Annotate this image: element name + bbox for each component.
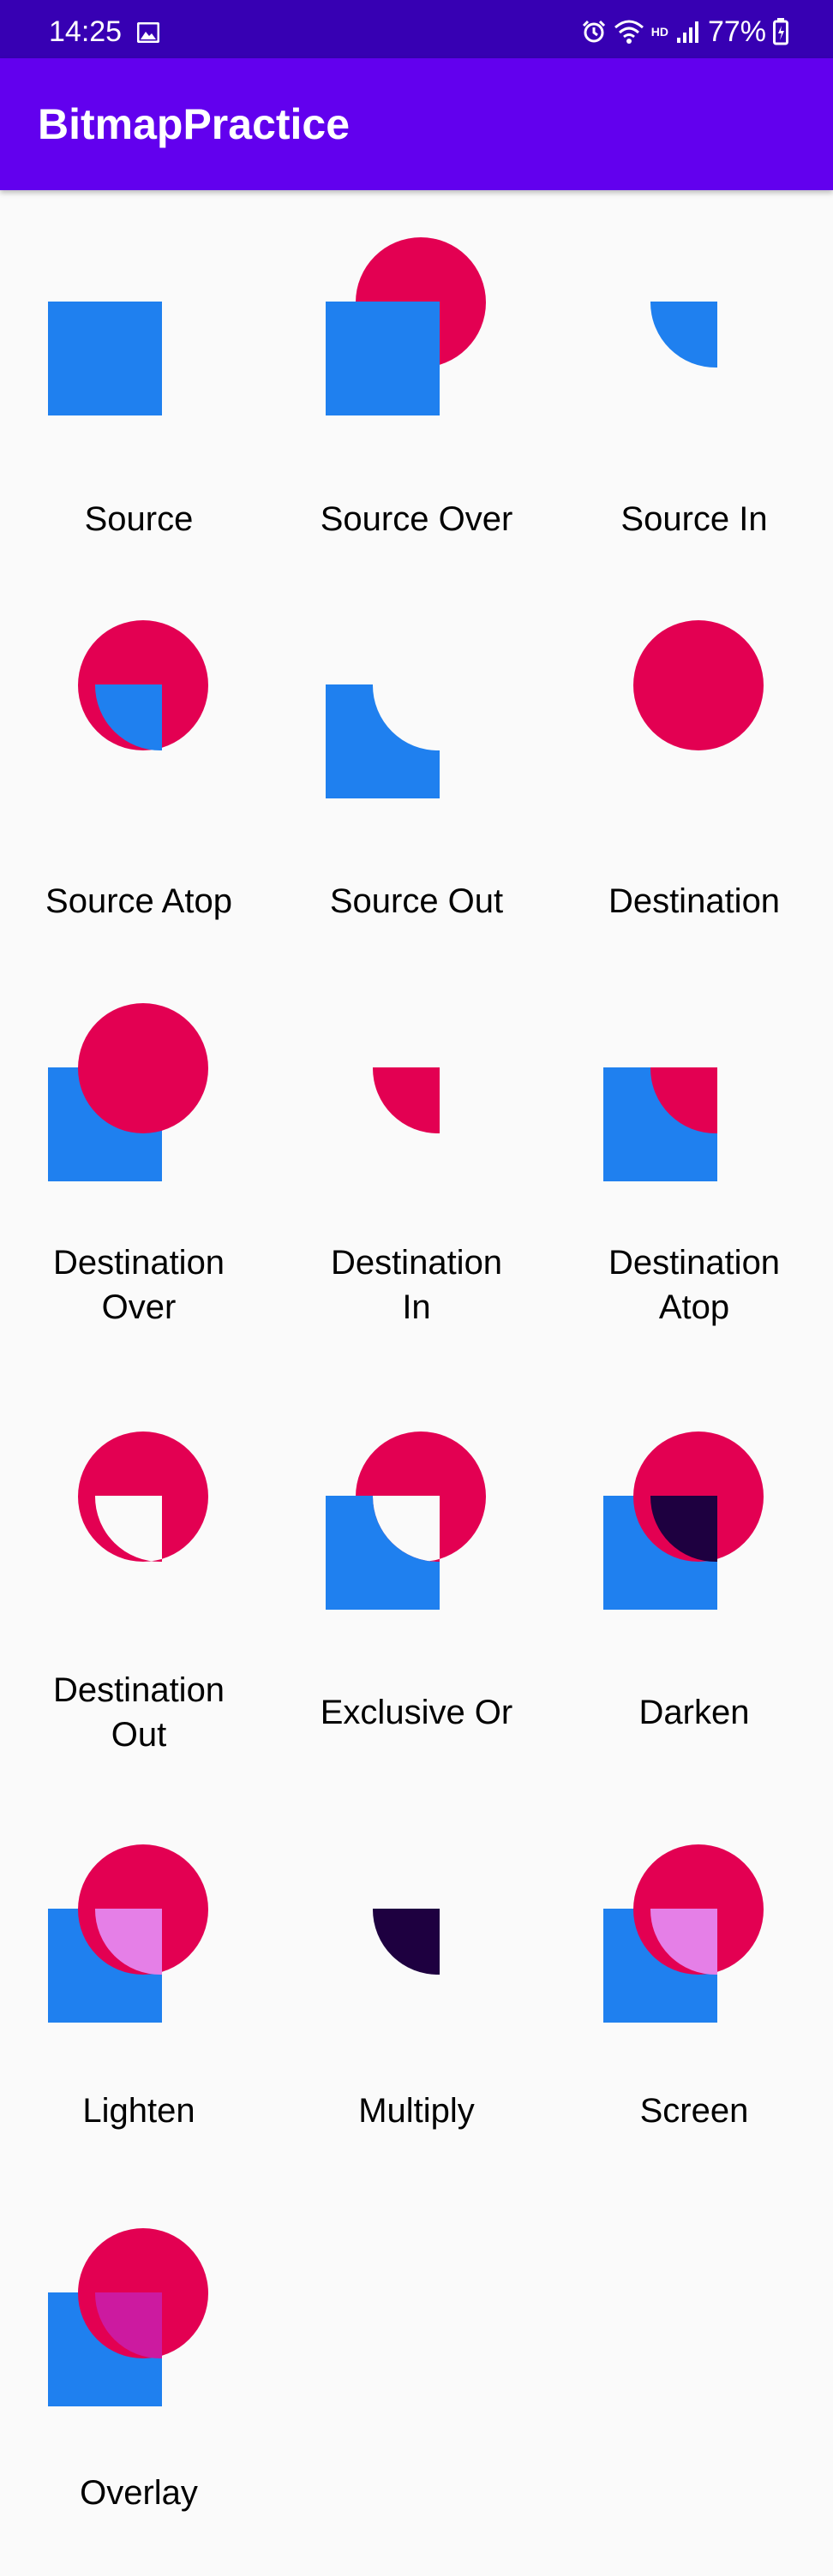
gallery-icon (137, 22, 159, 43)
blend-mode-source: Source (0, 190, 278, 567)
blend-preview-destination-out (78, 1431, 208, 1563)
blend-mode-label: Screen (639, 2092, 749, 2130)
battery-icon (773, 18, 788, 45)
blend-mode-screen: Screen (555, 1797, 833, 2174)
blend-preview-lighten (48, 1844, 208, 2023)
status-icons: HD 77% (581, 17, 788, 46)
blend-mode-multiply: Multiply (278, 1797, 555, 2174)
blend-mode-label: Exclusive Or (320, 1694, 513, 1731)
app-title: BitmapPractice (38, 100, 351, 148)
blend-mode-label: Darken (638, 1694, 750, 1731)
blend-mode-label: Destination (608, 882, 781, 920)
blend-preview-source-in (650, 302, 717, 368)
status-bar: 14:25 HD 77% (0, 0, 833, 58)
blend-preview-source (48, 302, 162, 415)
blend-mode-darken: Darken (555, 1384, 833, 1761)
blend-mode-xor: Exclusive Or (278, 1384, 555, 1761)
blend-preview-multiply (372, 1909, 440, 1975)
blend-preview-destination-atop (603, 1067, 717, 1181)
blend-preview-destination-over (48, 1003, 208, 1181)
signal-icon (676, 21, 698, 43)
alarm-icon (582, 20, 605, 43)
blend-mode-destination-atop: Destination Atop (555, 956, 833, 1333)
blend-preview-source-atop (78, 620, 208, 751)
blend-preview-overlay (48, 2228, 208, 2406)
blend-mode-label: Destination Atop (608, 1244, 781, 1326)
blend-preview-screen (603, 1844, 764, 2023)
blend-mode-label: Source Atop (45, 882, 232, 920)
blend-mode-destination-over: Destination Over (0, 956, 278, 1333)
blend-mode-overlay: Overlay (0, 2181, 278, 2558)
blend-preview-source-over (326, 237, 486, 415)
blend-mode-label: Source Out (329, 882, 504, 920)
blend-preview-darken (603, 1431, 764, 1610)
blend-mode-label: Destination Out (52, 1671, 225, 1754)
blend-mode-label: Destination Over (52, 1244, 225, 1326)
blend-mode-label: Multiply (358, 2092, 475, 2130)
network-type-label: HD (650, 25, 668, 39)
blend-mode-destination-in: Destination In (278, 956, 555, 1333)
blend-preview-xor (326, 1431, 486, 1610)
blend-mode-label: Source In (620, 500, 768, 538)
blend-mode-destination: Destination (555, 573, 833, 950)
blend-preview-source-out (326, 684, 440, 798)
blend-mode-source-out: Source Out (278, 573, 555, 950)
battery-percent: 77% (707, 15, 766, 48)
blend-mode-source-in: Source In (555, 190, 833, 567)
blend-mode-source-over: Source Over (278, 190, 555, 567)
blend-preview-destination-in (372, 1067, 440, 1134)
blend-mode-label: Source (84, 500, 194, 538)
blend-mode-label: Destination In (330, 1244, 503, 1326)
blend-mode-label: Lighten (82, 2092, 195, 2130)
blend-mode-source-atop: Source Atop (0, 573, 278, 950)
blend-mode-lighten: Lighten (0, 1797, 278, 2174)
app-bar: BitmapPractice (0, 58, 833, 190)
status-time: 14:25 (49, 15, 123, 48)
blend-mode-label: Overlay (80, 2474, 198, 2512)
blend-mode-destination-out: Destination Out (0, 1384, 278, 1761)
wifi-icon (614, 20, 644, 44)
blend-mode-label: Source Over (320, 500, 513, 538)
blend-preview-destination (633, 620, 764, 750)
